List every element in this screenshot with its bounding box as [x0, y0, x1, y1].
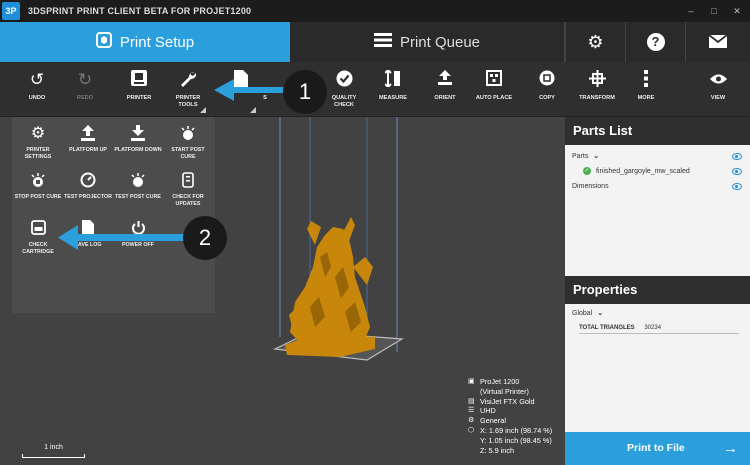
print-to-file-label: Print to File [627, 442, 685, 454]
scale-bar: 1 inch [22, 444, 85, 458]
dimension-y: Y: 1.05 inch (98.45 %) [480, 435, 552, 445]
parts-label: Parts [572, 153, 589, 160]
dimensions-item[interactable]: Dimensions [572, 181, 609, 193]
material-icon: ▤ [468, 397, 475, 405]
dimension-z: Z: 5.9 inch [480, 445, 515, 455]
part-name: finished_gargoyle_mw_scaled [595, 168, 690, 175]
gear-icon: ⚙ [468, 417, 475, 425]
parts-visibility-eye-icon[interactable] [732, 153, 742, 160]
printer-sub: (Virtual Printer) [480, 386, 529, 396]
part-item[interactable]: ✓ finished_gargoyle_mw_scaled [583, 166, 690, 178]
cube-icon: ⬡ [468, 426, 475, 434]
arrow-right-icon: → [723, 440, 738, 457]
scale-line [22, 454, 85, 458]
app-window: 3P 3DSPRINT PRINT CLIENT BETA FOR PROJET… [0, 0, 750, 465]
arrow-2 [58, 225, 186, 250]
parts-list-header: Parts List [565, 117, 750, 145]
global-group[interactable]: Global ⌄ [572, 308, 603, 320]
total-triangles-row: TOTAL TRIANGLES 30234 [579, 322, 739, 334]
arrow-1 [214, 79, 284, 101]
properties-panel: Global ⌄ TOTAL TRIANGLES 30234 [565, 304, 750, 432]
print-profile: General [480, 416, 506, 426]
parts-group[interactable]: Parts ⌄ [572, 151, 599, 163]
callout-1: 1 [283, 70, 327, 114]
parts-list-panel: Parts ⌄ ✓ finished_gargoyle_mw_scaled Di… [565, 145, 750, 276]
dimensions-visibility-eye-icon[interactable] [732, 183, 742, 190]
total-triangles-value: 30234 [644, 325, 662, 331]
printer-info: ▣ ProJet 1200 (Virtual Printer) ▤ VisiJet … [468, 377, 552, 455]
print-mode: UHD [480, 406, 496, 416]
material-name: VisiJet FTX Gold [480, 396, 535, 406]
properties-header: Properties [565, 276, 750, 304]
printer-name: ProJet 1200 [480, 377, 520, 386]
printer-icon: ▣ [468, 378, 475, 385]
global-label: Global [572, 310, 593, 317]
chevron-down-icon: ⌄ [597, 310, 604, 317]
scale-label: 1 inch [44, 444, 63, 451]
chevron-down-icon: ⌄ [593, 153, 600, 160]
total-triangles-label: TOTAL TRIANGLES [579, 325, 635, 331]
mode-icon: ☰ [468, 407, 475, 415]
check-circle-icon: ✓ [583, 167, 591, 176]
dimension-x: X: 1.69 inch (98.74 %) [480, 425, 553, 435]
part-visibility-eye-icon[interactable] [732, 168, 742, 175]
callout-2: 2 [183, 216, 227, 260]
print-to-file-button[interactable]: Print to File → [565, 432, 750, 465]
